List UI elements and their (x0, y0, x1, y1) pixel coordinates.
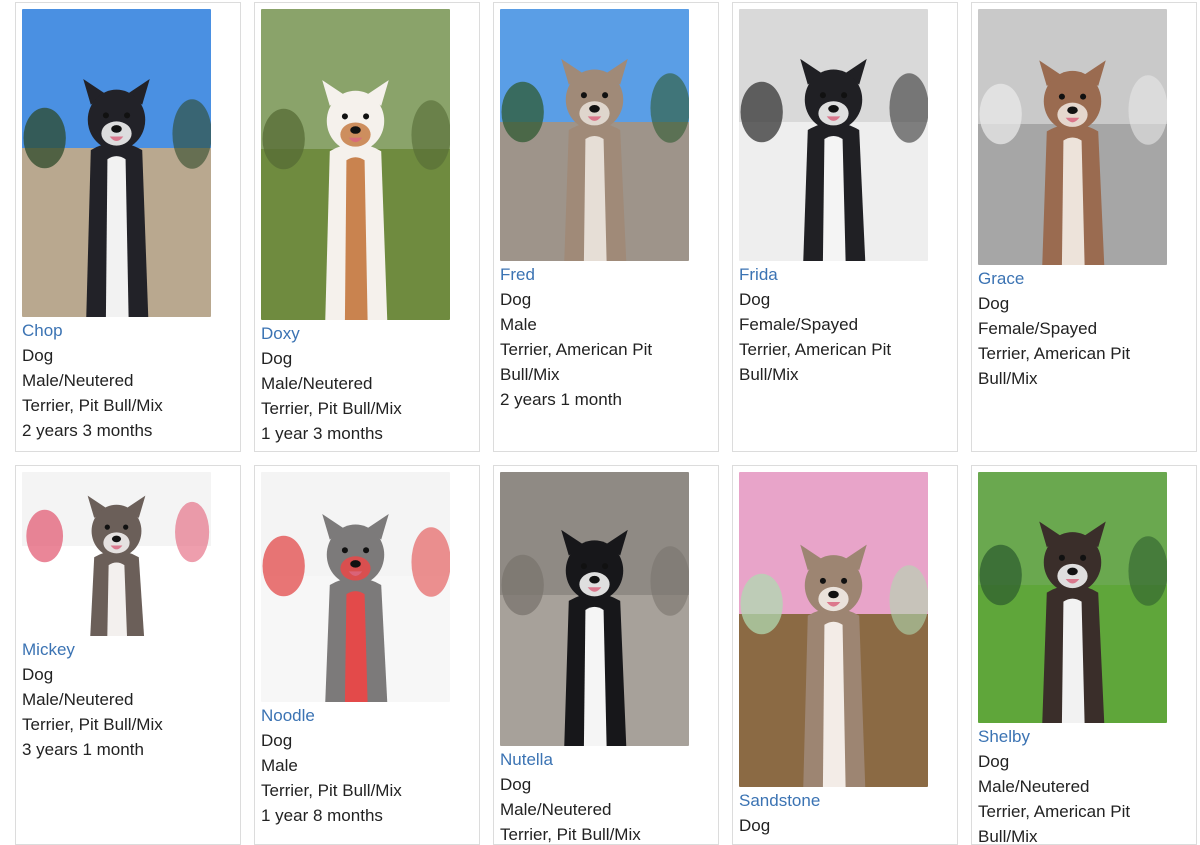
pet-species: Dog (22, 346, 54, 365)
pet-breed: Terrier, American Pit Bull/Mix (739, 340, 892, 384)
pet-sex: Male/Neutered (261, 374, 373, 393)
pet-species: Dog (500, 775, 532, 794)
pet-breed: Terrier, Pit Bull/Mix (22, 396, 163, 415)
dog-photo-icon (978, 9, 1167, 265)
pet-age: 3 years 1 month (22, 740, 144, 759)
pet-breed: Terrier, American Pit Bull/Mix (978, 344, 1131, 388)
pet-card[interactable]: Grace Dog Female/Spayed Terrier, America… (971, 2, 1197, 452)
pet-card[interactable]: Doxy Dog Male/Neutered Terrier, Pit Bull… (254, 2, 480, 452)
dog-photo-icon (22, 9, 211, 317)
pet-age: 2 years 3 months (22, 421, 153, 440)
pet-photo[interactable] (261, 9, 450, 320)
pet-species: Dog (261, 349, 293, 368)
pet-breed: Terrier, Pit Bull/Mix (500, 825, 641, 844)
dog-photo-icon (261, 472, 450, 702)
pet-name-link[interactable]: Sandstone (739, 788, 820, 813)
pet-sex: Female/Spayed (739, 315, 859, 334)
pet-card[interactable]: Chop Dog Male/Neutered Terrier, Pit Bull… (15, 2, 241, 452)
pet-breed: Terrier, Pit Bull/Mix (261, 781, 402, 800)
pet-age: 1 year 8 months (261, 806, 383, 825)
pet-species: Dog (500, 290, 532, 309)
pet-name-link[interactable]: Chop (22, 318, 63, 343)
pet-species: Dog (739, 290, 771, 309)
pet-age: 2 years 1 month (500, 390, 622, 409)
pet-card[interactable]: Shelby Dog Male/Neutered Terrier, Americ… (971, 465, 1197, 845)
pet-grid: Chop Dog Male/Neutered Terrier, Pit Bull… (0, 0, 1200, 845)
pet-sex: Male/Neutered (22, 371, 134, 390)
pet-species: Dog (739, 816, 771, 835)
pet-photo[interactable] (500, 472, 689, 746)
pet-breed: Terrier, American Pit Bull/Mix (978, 802, 1131, 845)
pet-card[interactable]: Sandstone Dog (732, 465, 958, 845)
pet-breed: Terrier, Pit Bull/Mix (22, 715, 163, 734)
pet-name-link[interactable]: Mickey (22, 637, 75, 662)
pet-photo[interactable] (500, 9, 689, 261)
pet-sex: Male/Neutered (500, 800, 612, 819)
pet-breed: Terrier, American Pit Bull/Mix (500, 340, 653, 384)
pet-card[interactable]: Noodle Dog Male Terrier, Pit Bull/Mix 1 … (254, 465, 480, 845)
pet-photo[interactable] (978, 472, 1167, 723)
pet-card[interactable]: Mickey Dog Male/Neutered Terrier, Pit Bu… (15, 465, 241, 845)
pet-name-link[interactable]: Doxy (261, 321, 300, 346)
pet-card[interactable]: Nutella Dog Male/Neutered Terrier, Pit B… (493, 465, 719, 845)
dog-photo-icon (500, 472, 689, 746)
pet-species: Dog (261, 731, 293, 750)
pet-species: Dog (978, 752, 1010, 771)
pet-photo[interactable] (22, 9, 211, 317)
pet-sex: Female/Spayed (978, 319, 1098, 338)
dog-photo-icon (22, 472, 211, 636)
pet-name-link[interactable]: Fred (500, 262, 535, 287)
pet-age: 1 year 3 months (261, 424, 383, 443)
dog-photo-icon (261, 9, 450, 320)
pet-species: Dog (22, 665, 54, 684)
pet-photo[interactable] (978, 9, 1167, 265)
pet-species: Dog (978, 294, 1010, 313)
pet-photo[interactable] (261, 472, 450, 702)
pet-photo[interactable] (739, 472, 928, 787)
pet-sex: Male/Neutered (22, 690, 134, 709)
pet-sex: Male (261, 756, 298, 775)
pet-breed: Terrier, Pit Bull/Mix (261, 399, 402, 418)
pet-name-link[interactable]: Grace (978, 266, 1024, 291)
pet-photo[interactable] (739, 9, 928, 261)
pet-sex: Male (500, 315, 537, 334)
pet-name-link[interactable]: Noodle (261, 703, 315, 728)
pet-name-link[interactable]: Nutella (500, 747, 553, 772)
dog-photo-icon (739, 9, 928, 261)
pet-name-link[interactable]: Shelby (978, 724, 1030, 749)
pet-card[interactable]: Frida Dog Female/Spayed Terrier, America… (732, 2, 958, 452)
pet-name-link[interactable]: Frida (739, 262, 778, 287)
pet-photo[interactable] (22, 472, 211, 636)
dog-photo-icon (739, 472, 928, 787)
pet-sex: Male/Neutered (978, 777, 1090, 796)
dog-photo-icon (500, 9, 689, 261)
pet-card[interactable]: Fred Dog Male Terrier, American Pit Bull… (493, 2, 719, 452)
dog-photo-icon (978, 472, 1167, 723)
